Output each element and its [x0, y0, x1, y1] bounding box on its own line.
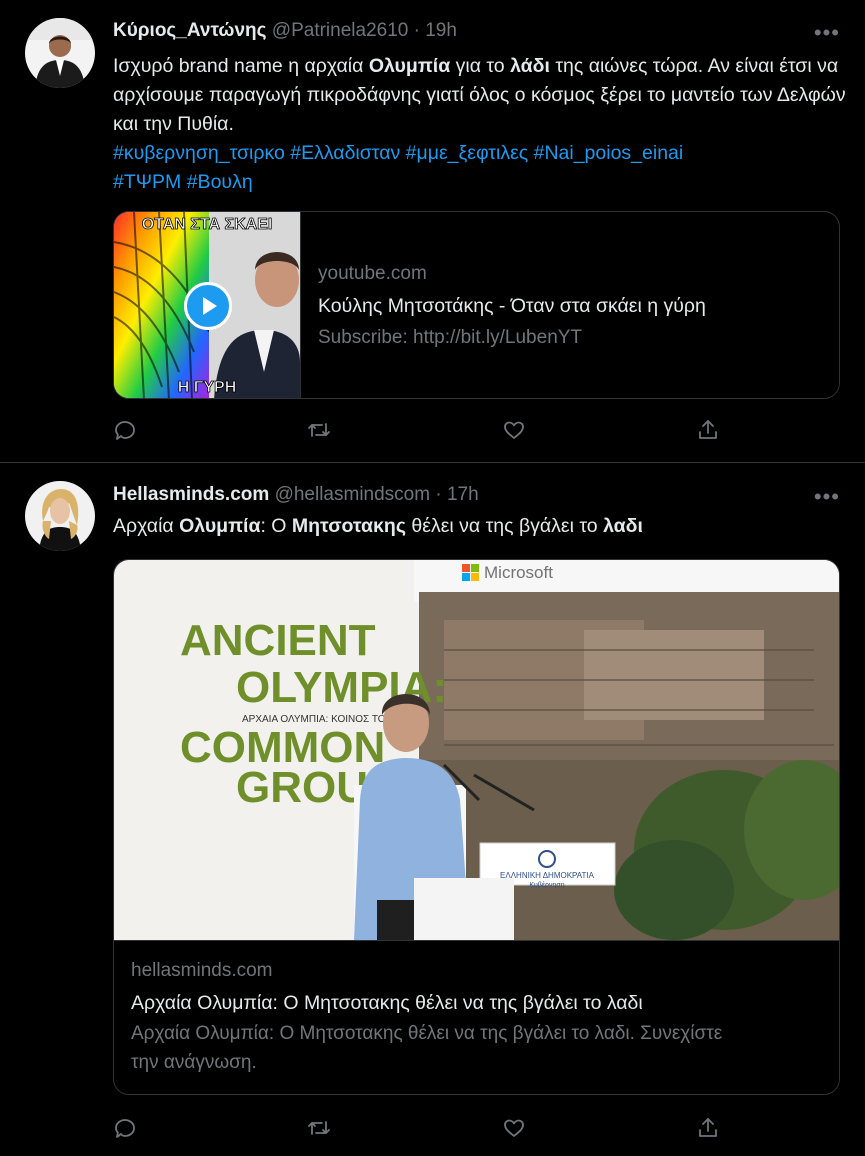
thumbnail-caption-top: ΟΤΑΝ ΣΤΑ ΣΚΑΕΙ	[142, 216, 273, 233]
tweet-header: Hellasminds.com @hellasmindscom · 17h	[113, 484, 479, 506]
retweet-icon[interactable]	[307, 418, 335, 446]
card-description: Subscribe: http://bit.ly/LubenYT	[318, 327, 583, 348]
like-icon[interactable]	[502, 418, 530, 446]
timestamp[interactable]: 19h	[425, 20, 457, 41]
tweet-text: Αρχαία Ολυμπία: Ο Μητσοτακης θέλει να τη…	[113, 512, 848, 541]
link-card[interactable]: ΟΤΑΝ ΣΤΑ ΣΚΑΕΙ Η ΓΥΡΗ youtube.com Κούλης…	[113, 211, 840, 399]
card-domain: hellasminds.com	[131, 960, 273, 981]
image-headline-1: ANCIENT	[180, 616, 376, 665]
text-segment: : Ο	[260, 515, 292, 537]
like-icon[interactable]	[502, 1116, 530, 1144]
text-segment: θέλει να της βγάλει το	[405, 515, 604, 537]
card-domain: youtube.com	[318, 263, 427, 284]
share-icon[interactable]	[696, 1116, 724, 1144]
text-bold: λαδι	[603, 515, 643, 537]
timestamp[interactable]: 17h	[447, 484, 479, 505]
text-segment: Αρχαία	[113, 515, 180, 537]
card-title: Αρχαία Ολυμπία: Ο Μητσοτακης θέλει να τη…	[131, 992, 643, 1014]
avatar[interactable]	[25, 481, 95, 551]
text-bold: λάδι	[510, 55, 550, 77]
play-icon[interactable]	[184, 282, 232, 330]
reply-icon[interactable]	[113, 418, 141, 446]
reply-icon[interactable]	[113, 1116, 141, 1144]
text-bold: Μητσοτακης	[291, 515, 406, 537]
retweet-icon[interactable]	[307, 1116, 335, 1144]
microsoft-logo-text: Microsoft	[484, 563, 553, 582]
card-title: Κούλης Μητσοτάκης - Όταν στα σκάει η γύρ…	[318, 295, 706, 317]
tweet-actions	[113, 1116, 723, 1146]
text-segment: για το	[450, 55, 511, 77]
user-handle[interactable]: @Patrinela2610	[272, 20, 409, 41]
separator-dot: ·	[413, 20, 420, 41]
tweet-header: Κύριος_Αντώνης @Patrinela2610 · 19h	[113, 20, 457, 42]
tweet[interactable]: Κύριος_Αντώνης @Patrinela2610 · 19h ••• …	[0, 0, 865, 463]
podium-text-1: ΕΛΛΗΝΙΚΗ ΔΗΜΟΚΡΑΤΙΑ	[500, 871, 595, 880]
video-thumbnail[interactable]: ΟΤΑΝ ΣΤΑ ΣΚΑΕΙ Η ΓΥΡΗ	[114, 212, 301, 398]
user-handle[interactable]: @hellasmindscom	[275, 484, 431, 505]
text-bold: Ολυμπία	[368, 55, 451, 77]
text-segment: Ισχυρό brand name η αρχαία	[113, 55, 369, 77]
podium-text-2: Κυβέρνηση	[529, 881, 564, 889]
display-name[interactable]: Hellasminds.com	[113, 484, 269, 505]
card-description: Αρχαία Ολυμπία: Ο Μητσοτακης θέλει να τη…	[131, 1023, 723, 1073]
tweet[interactable]: Hellasminds.com @hellasmindscom · 17h ••…	[0, 463, 865, 1156]
tweet-actions	[113, 418, 723, 448]
text-bold: Ολυμπία	[179, 515, 261, 537]
display-name[interactable]: Κύριος_Αντώνης	[113, 20, 267, 41]
more-icon[interactable]: •••	[814, 484, 840, 510]
article-image[interactable]: Microsoft ANCIENT OLYMPIA: ΑΡΧΑΙΑ ΟΛΥΜΠΙ…	[114, 560, 839, 941]
hashtags[interactable]: #κυβερνηση_τσιρκο #Ελλαδισταν #μμε_ξεφτι…	[113, 142, 683, 164]
more-icon[interactable]: •••	[814, 20, 840, 46]
separator-dot: ·	[435, 484, 442, 505]
tweet-text: Ισχυρό brand name η αρχαία Ολυμπία για τ…	[113, 52, 848, 197]
share-icon[interactable]	[696, 418, 724, 446]
hashtags[interactable]: #ΤΨΡΜ #Βουλη	[113, 171, 253, 193]
link-card[interactable]: Microsoft ANCIENT OLYMPIA: ΑΡΧΑΙΑ ΟΛΥΜΠΙ…	[113, 559, 840, 1095]
avatar[interactable]	[25, 18, 95, 88]
thumbnail-caption-bottom: Η ΓΥΡΗ	[178, 379, 237, 396]
